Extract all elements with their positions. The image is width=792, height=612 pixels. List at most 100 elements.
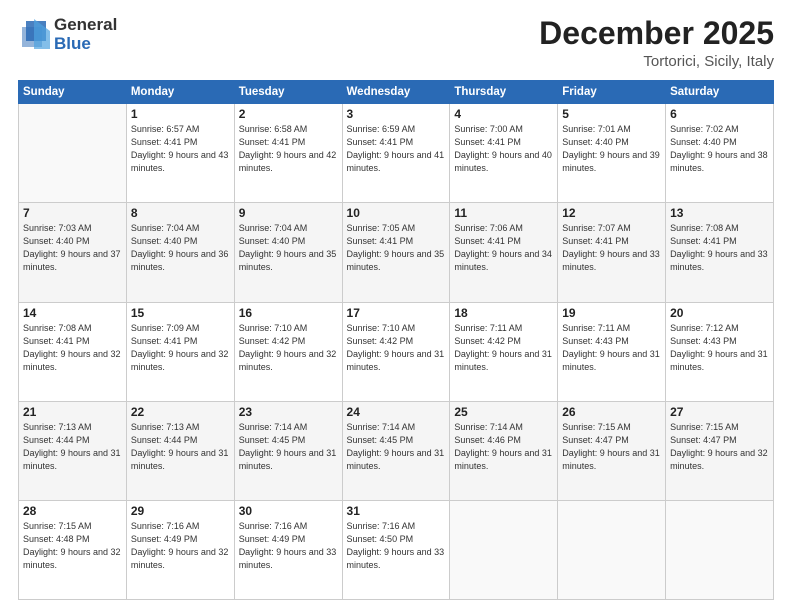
day-number: 23: [239, 405, 338, 419]
calendar-header-row: Sunday Monday Tuesday Wednesday Thursday…: [19, 81, 774, 104]
day-number: 8: [131, 206, 230, 220]
table-cell: 23 Sunrise: 7:14 AMSunset: 4:45 PMDayligh…: [234, 401, 342, 500]
day-info: Sunrise: 7:12 AMSunset: 4:43 PMDaylight:…: [670, 322, 769, 374]
logo-blue-text: Blue: [54, 35, 117, 54]
day-info: Sunrise: 7:03 AMSunset: 4:40 PMDaylight:…: [23, 222, 122, 274]
title-block: December 2025 Tortorici, Sicily, Italy: [539, 16, 774, 70]
col-saturday: Saturday: [666, 81, 774, 104]
day-info: Sunrise: 7:13 AMSunset: 4:44 PMDaylight:…: [23, 421, 122, 473]
calendar-table: Sunday Monday Tuesday Wednesday Thursday…: [18, 80, 774, 600]
day-info: Sunrise: 7:15 AMSunset: 4:47 PMDaylight:…: [562, 421, 661, 473]
day-info: Sunrise: 7:04 AMSunset: 4:40 PMDaylight:…: [239, 222, 338, 274]
table-cell: 3 Sunrise: 6:59 AMSunset: 4:41 PMDaylight…: [342, 104, 450, 203]
table-cell: 24 Sunrise: 7:14 AMSunset: 4:45 PMDayligh…: [342, 401, 450, 500]
header: General Blue December 2025 Tortorici, Si…: [18, 16, 774, 70]
day-info: Sunrise: 7:14 AMSunset: 4:45 PMDaylight:…: [239, 421, 338, 473]
table-cell: 22Sunrise: 7:13 AMSunset: 4:44 PMDayligh…: [126, 401, 234, 500]
day-info: Sunrise: 7:14 AMSunset: 4:45 PMDaylight:…: [347, 421, 446, 473]
title-location: Tortorici, Sicily, Italy: [539, 53, 774, 70]
day-number: 20: [670, 306, 769, 320]
table-cell: 11 Sunrise: 7:06 AMSunset: 4:41 PMDayligh…: [450, 203, 558, 302]
table-cell: 8 Sunrise: 7:04 AMSunset: 4:40 PMDaylight…: [126, 203, 234, 302]
table-cell: 30 Sunrise: 7:16 AMSunset: 4:49 PMDayligh…: [234, 500, 342, 599]
day-number: 16: [239, 306, 338, 320]
table-cell: 6Sunrise: 7:02 AMSunset: 4:40 PMDaylight…: [666, 104, 774, 203]
day-number: 24: [347, 405, 446, 419]
col-wednesday: Wednesday: [342, 81, 450, 104]
table-cell: 26 Sunrise: 7:15 AMSunset: 4:47 PMDayligh…: [558, 401, 666, 500]
col-thursday: Thursday: [450, 81, 558, 104]
day-info: Sunrise: 7:15 AMSunset: 4:47 PMDaylight:…: [670, 421, 769, 473]
day-number: 11: [454, 206, 553, 220]
table-cell: 28Sunrise: 7:15 AMSunset: 4:48 PMDayligh…: [19, 500, 127, 599]
day-number: 18: [454, 306, 553, 320]
table-cell: 16Sunrise: 7:10 AMSunset: 4:42 PMDayligh…: [234, 302, 342, 401]
table-cell: 12 Sunrise: 7:07 AMSunset: 4:41 PMDayligh…: [558, 203, 666, 302]
logo-icon: [18, 17, 50, 53]
table-cell: [450, 500, 558, 599]
week-row-4: 21 Sunrise: 7:13 AMSunset: 4:44 PMDayligh…: [19, 401, 774, 500]
table-cell: [19, 104, 127, 203]
week-row-2: 7 Sunrise: 7:03 AMSunset: 4:40 PMDaylight…: [19, 203, 774, 302]
day-info: Sunrise: 7:08 AMSunset: 4:41 PMDaylight:…: [670, 222, 769, 274]
day-number: 1: [131, 107, 230, 121]
day-number: 7: [23, 206, 122, 220]
day-number: 29: [131, 504, 230, 518]
logo-text: General Blue: [54, 16, 117, 53]
table-cell: 7 Sunrise: 7:03 AMSunset: 4:40 PMDaylight…: [19, 203, 127, 302]
day-info: Sunrise: 7:07 AMSunset: 4:41 PMDaylight:…: [562, 222, 661, 274]
day-info: Sunrise: 7:11 AMSunset: 4:43 PMDaylight:…: [562, 322, 661, 374]
week-row-1: 1Sunrise: 6:57 AMSunset: 4:41 PMDaylight…: [19, 104, 774, 203]
day-info: Sunrise: 7:16 AMSunset: 4:49 PMDaylight:…: [239, 520, 338, 572]
table-cell: 2Sunrise: 6:58 AMSunset: 4:41 PMDaylight…: [234, 104, 342, 203]
day-info: Sunrise: 7:16 AMSunset: 4:49 PMDaylight:…: [131, 520, 230, 572]
day-number: 26: [562, 405, 661, 419]
page: General Blue December 2025 Tortorici, Si…: [0, 0, 792, 612]
day-number: 9: [239, 206, 338, 220]
table-cell: 18Sunrise: 7:11 AMSunset: 4:42 PMDayligh…: [450, 302, 558, 401]
day-number: 2: [239, 107, 338, 121]
day-info: Sunrise: 7:08 AMSunset: 4:41 PMDaylight:…: [23, 322, 122, 374]
table-cell: 31Sunrise: 7:16 AMSunset: 4:50 PMDayligh…: [342, 500, 450, 599]
week-row-5: 28Sunrise: 7:15 AMSunset: 4:48 PMDayligh…: [19, 500, 774, 599]
day-info: Sunrise: 7:14 AMSunset: 4:46 PMDaylight:…: [454, 421, 553, 473]
table-cell: 19 Sunrise: 7:11 AMSunset: 4:43 PMDayligh…: [558, 302, 666, 401]
day-number: 5: [562, 107, 661, 121]
day-number: 3: [347, 107, 446, 121]
day-info: Sunrise: 7:15 AMSunset: 4:48 PMDaylight:…: [23, 520, 122, 572]
table-cell: 5 Sunrise: 7:01 AMSunset: 4:40 PMDaylight…: [558, 104, 666, 203]
day-number: 12: [562, 206, 661, 220]
col-tuesday: Tuesday: [234, 81, 342, 104]
table-cell: 10Sunrise: 7:05 AMSunset: 4:41 PMDayligh…: [342, 203, 450, 302]
logo: General Blue: [18, 16, 117, 53]
table-cell: 14Sunrise: 7:08 AMSunset: 4:41 PMDayligh…: [19, 302, 127, 401]
day-info: Sunrise: 7:16 AMSunset: 4:50 PMDaylight:…: [347, 520, 446, 572]
day-info: Sunrise: 7:00 AMSunset: 4:41 PMDaylight:…: [454, 123, 553, 175]
table-cell: 29 Sunrise: 7:16 AMSunset: 4:49 PMDayligh…: [126, 500, 234, 599]
table-cell: 1Sunrise: 6:57 AMSunset: 4:41 PMDaylight…: [126, 104, 234, 203]
logo-general-text: General: [54, 16, 117, 35]
day-info: Sunrise: 7:04 AMSunset: 4:40 PMDaylight:…: [131, 222, 230, 274]
day-info: Sunrise: 7:09 AMSunset: 4:41 PMDaylight:…: [131, 322, 230, 374]
day-number: 21: [23, 405, 122, 419]
day-number: 4: [454, 107, 553, 121]
day-number: 17: [347, 306, 446, 320]
day-info: Sunrise: 6:59 AMSunset: 4:41 PMDaylight:…: [347, 123, 446, 175]
day-info: Sunrise: 7:05 AMSunset: 4:41 PMDaylight:…: [347, 222, 446, 274]
title-month: December 2025: [539, 16, 774, 51]
table-cell: 13Sunrise: 7:08 AMSunset: 4:41 PMDayligh…: [666, 203, 774, 302]
col-friday: Friday: [558, 81, 666, 104]
day-number: 19: [562, 306, 661, 320]
day-number: 30: [239, 504, 338, 518]
day-info: Sunrise: 7:06 AMSunset: 4:41 PMDaylight:…: [454, 222, 553, 274]
day-number: 25: [454, 405, 553, 419]
col-monday: Monday: [126, 81, 234, 104]
day-info: Sunrise: 7:10 AMSunset: 4:42 PMDaylight:…: [347, 322, 446, 374]
day-number: 15: [131, 306, 230, 320]
table-cell: 27Sunrise: 7:15 AMSunset: 4:47 PMDayligh…: [666, 401, 774, 500]
day-info: Sunrise: 7:02 AMSunset: 4:40 PMDaylight:…: [670, 123, 769, 175]
table-cell: 17 Sunrise: 7:10 AMSunset: 4:42 PMDayligh…: [342, 302, 450, 401]
week-row-3: 14Sunrise: 7:08 AMSunset: 4:41 PMDayligh…: [19, 302, 774, 401]
table-cell: 21 Sunrise: 7:13 AMSunset: 4:44 PMDayligh…: [19, 401, 127, 500]
day-info: Sunrise: 7:01 AMSunset: 4:40 PMDaylight:…: [562, 123, 661, 175]
